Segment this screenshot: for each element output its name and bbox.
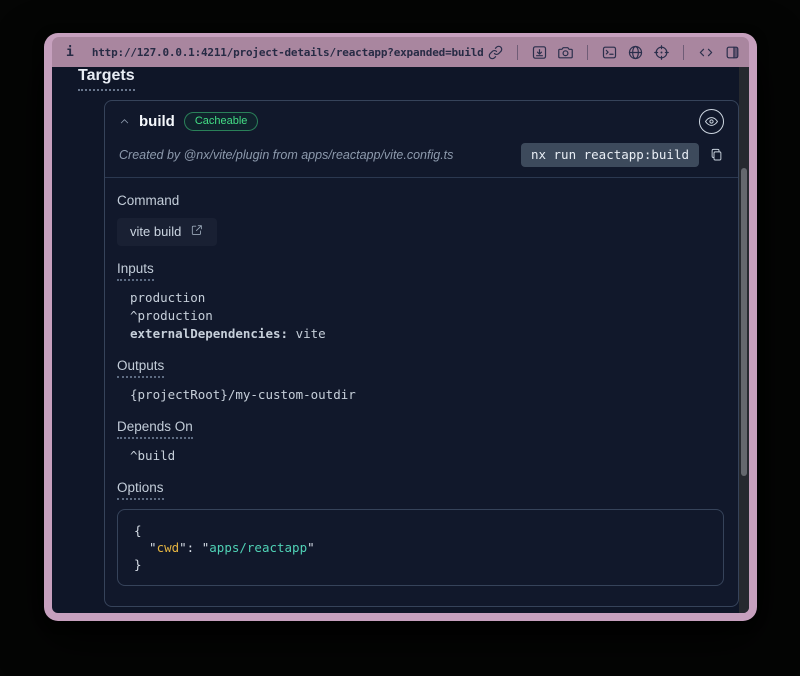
info-icon: i <box>66 45 74 60</box>
terminal-icon[interactable] <box>601 44 618 61</box>
globe-icon[interactable] <box>627 44 644 61</box>
output-item: {projectRoot}/my-custom-outdir <box>130 386 724 404</box>
created-by-text: Created by @nx/vite/plugin from apps/rea… <box>119 148 453 162</box>
input-item: production <box>130 289 724 307</box>
chevron-up-icon[interactable] <box>119 116 130 127</box>
json-line: "cwd": "apps/reactapp" <box>134 539 707 556</box>
toolbar-divider <box>683 45 684 60</box>
json-key: cwd <box>157 540 180 555</box>
command-label: Command <box>117 193 179 208</box>
crosshair-icon[interactable] <box>653 44 670 61</box>
titlebar-toolbar <box>487 44 741 61</box>
target-card-build: build Cacheable Created by @nx/vite/plug… <box>104 100 739 607</box>
command-value-chip[interactable]: vite build <box>117 218 217 246</box>
outputs-label: Outputs <box>117 358 164 378</box>
browser-titlebar: i http://127.0.0.1:4211/project-details/… <box>52 37 749 67</box>
input-item: externalDependencies: vite <box>130 325 724 343</box>
browser-window: i http://127.0.0.1:4211/project-details/… <box>44 33 757 621</box>
external-link-icon[interactable] <box>190 223 204 240</box>
screenshot-save-icon[interactable] <box>531 44 548 61</box>
link-icon[interactable] <box>487 44 504 61</box>
input-item: ^production <box>130 307 724 325</box>
json-line: } <box>134 556 707 573</box>
targets-heading: Targets <box>78 67 135 91</box>
build-card-header: build Cacheable Created by @nx/vite/plug… <box>105 101 738 177</box>
inputs-list: production ^production externalDependenc… <box>117 289 724 343</box>
sidebar-icon[interactable] <box>724 44 741 61</box>
depends-on-list: ^build <box>117 447 724 465</box>
run-command-chip: nx run reactapp:build <box>521 143 699 167</box>
inputs-label: Inputs <box>117 261 154 281</box>
outputs-list: {projectRoot}/my-custom-outdir <box>117 386 724 404</box>
command-value: vite build <box>130 224 181 239</box>
scrollbar-thumb[interactable] <box>741 168 747 476</box>
view-in-graph-button[interactable] <box>699 109 724 134</box>
options-json-block: { "cwd": "apps/reactapp" } <box>117 509 724 586</box>
options-label: Options <box>117 480 164 500</box>
toolbar-divider <box>587 45 588 60</box>
json-string: apps/reactapp <box>209 540 307 555</box>
toolbar-divider <box>517 45 518 60</box>
target-name: build <box>139 113 175 130</box>
build-card-body: Command vite build Inputs production ^pr… <box>105 192 738 606</box>
camera-icon[interactable] <box>557 44 574 61</box>
copy-icon[interactable] <box>709 147 724 163</box>
json-line: { <box>134 522 707 539</box>
header-divider <box>105 177 738 178</box>
page-content: Targets build Cacheable C <box>52 67 749 613</box>
depends-on-label: Depends On <box>117 419 193 439</box>
code-icon[interactable] <box>697 44 715 61</box>
depends-on-item: ^build <box>130 447 724 465</box>
cacheable-badge: Cacheable <box>184 112 259 131</box>
scrollbar-track[interactable] <box>739 67 749 613</box>
url-text: http://127.0.0.1:4211/project-details/re… <box>92 46 484 59</box>
